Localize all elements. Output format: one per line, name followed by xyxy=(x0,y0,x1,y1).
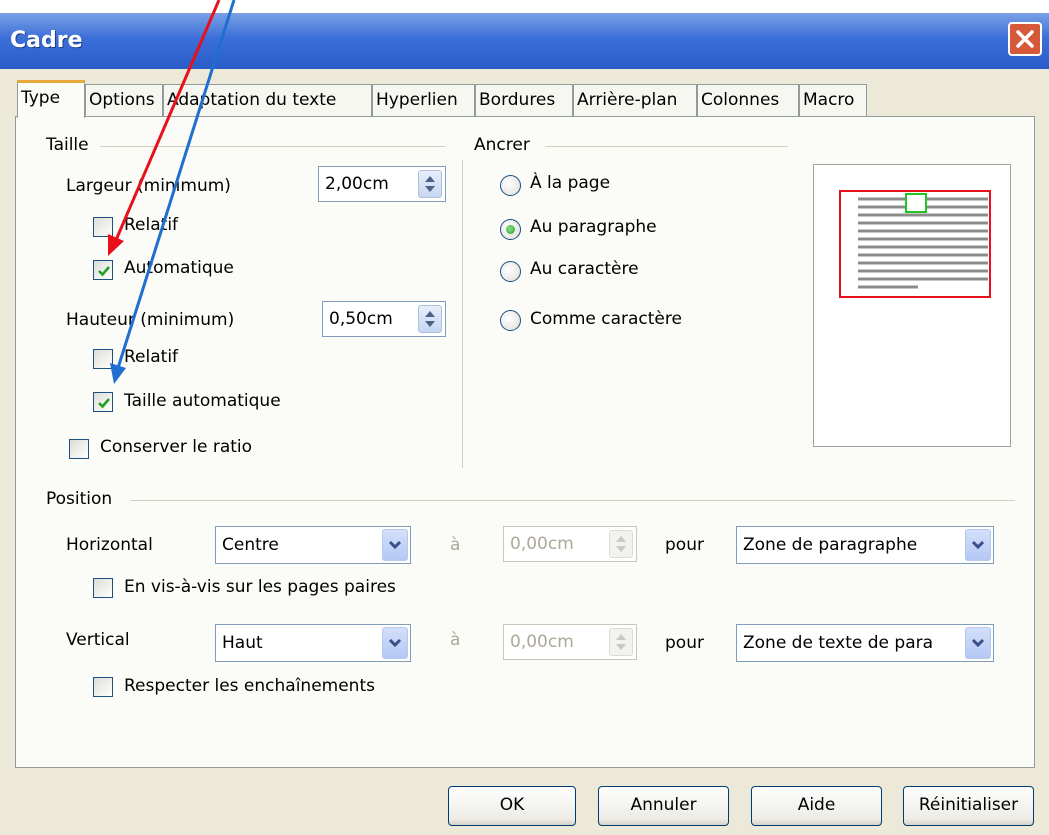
frame-dialog: Cadre Type Options Adaptation du texte H… xyxy=(0,0,1049,835)
tab-type[interactable]: Type xyxy=(17,80,85,118)
blue-annotation-arrow-icon xyxy=(110,0,236,384)
red-annotation-arrow-icon xyxy=(108,0,221,256)
annotation-arrows xyxy=(108,0,236,384)
